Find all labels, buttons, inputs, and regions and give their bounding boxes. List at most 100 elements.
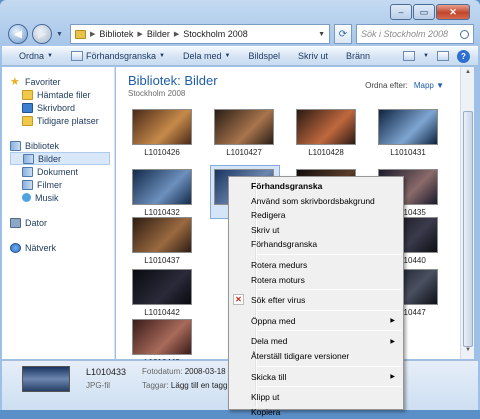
minimize-button[interactable]: – <box>390 4 412 20</box>
details-tags: Taggar: Lägg till en tagg <box>142 381 228 390</box>
sidebar-item-recent-places[interactable]: Tidigare platser <box>10 114 114 127</box>
star-icon: ★ <box>10 75 20 88</box>
thumbnail-label: L1010431 <box>390 148 426 157</box>
computer-icon <box>10 217 21 228</box>
scroll-up-icon[interactable]: ▲ <box>463 69 473 79</box>
menu-item[interactable]: Skriv ut <box>251 223 401 237</box>
breadcrumb-bilder[interactable]: Bilder <box>147 29 170 39</box>
breadcrumb-stockholm[interactable]: Stockholm 2008 <box>183 29 248 39</box>
library-title: Bibliotek: Bilder <box>128 73 218 88</box>
view-options-icon[interactable] <box>403 51 416 61</box>
chevron-down-icon: ▼ <box>224 53 231 59</box>
thumbnail-label: L1010426 <box>144 148 180 157</box>
scroll-thumb[interactable] <box>463 111 473 347</box>
menu-separator <box>257 386 401 388</box>
network-icon <box>10 242 21 253</box>
window-controls: – ▭ ✕ <box>390 4 470 20</box>
thumbnail-label: L1010442 <box>144 308 180 317</box>
organize-button[interactable]: Ordna ▼ <box>10 51 62 61</box>
sidebar-item-desktop[interactable]: Skrivbord <box>10 101 114 114</box>
explorer-window: – ▭ ✕ ◀ ▶ ▼ ▶ Bibliotek ▶ Bilder ▶ Stock… <box>0 0 480 417</box>
breadcrumb-bibliotek[interactable]: Bibliotek <box>99 29 133 39</box>
maximize-button[interactable]: ▭ <box>413 4 435 20</box>
search-icon[interactable] <box>460 29 469 39</box>
sidebar-item-videos[interactable]: Filmer <box>10 178 114 191</box>
print-button[interactable]: Skriv ut <box>289 51 337 61</box>
menu-separator <box>257 365 401 367</box>
photo-thumbnail[interactable] <box>378 109 438 145</box>
virus-scan-icon: ✕ <box>233 294 244 306</box>
thumbnail-label: L1010427 <box>226 148 262 157</box>
sidebar-item-pictures[interactable]: Bilder <box>10 152 110 165</box>
submenu-arrow-icon: ▶ <box>390 318 395 325</box>
share-button[interactable]: Dela med ▼ <box>174 51 239 61</box>
sidebar-libraries[interactable]: Bibliotek <box>10 139 114 152</box>
desktop-icon <box>22 102 33 113</box>
menu-item[interactable]: Öppna med ▶ <box>251 314 401 328</box>
scroll-down-icon[interactable]: ▼ <box>463 347 473 357</box>
chevron-down-icon: ▼ <box>47 53 53 59</box>
address-bar[interactable]: ▶ Bibliotek ▶ Bilder ▶ Stockholm 2008 ▼ <box>70 24 330 44</box>
context-menu: Förhandsgranska Använd som skrivbordsbakg… <box>228 176 404 417</box>
photo-thumbnail[interactable] <box>132 169 192 205</box>
sidebar-item-documents[interactable]: Dokument <box>10 165 114 178</box>
arrange-by-dropdown[interactable]: Mapp ▼ <box>414 81 444 90</box>
vertical-scrollbar[interactable]: ▲ ▼ <box>460 67 474 359</box>
menu-item[interactable]: Rotera moturs <box>251 273 401 287</box>
menu-item[interactable]: Återställ tidigare versioner <box>251 349 401 363</box>
pictures-library-icon <box>23 153 34 164</box>
forward-button[interactable]: ▶ <box>32 24 52 44</box>
menu-item[interactable]: Skicka till ▶ <box>251 370 401 384</box>
library-icon <box>10 140 21 151</box>
menu-item[interactable]: Rotera medurs <box>251 258 401 272</box>
refresh-button[interactable]: ⟳ <box>334 24 352 44</box>
library-subtitle: Stockholm 2008 <box>128 89 186 98</box>
preview-pane-icon[interactable] <box>437 51 449 61</box>
sidebar-item-music[interactable]: Musik <box>10 191 114 204</box>
recent-pages-dropdown[interactable]: ▼ <box>56 31 66 38</box>
photo-thumbnail[interactable] <box>132 217 192 253</box>
menu-item[interactable]: Använd som skrivbordsbakgrund <box>251 194 401 208</box>
folder-icon <box>75 29 86 39</box>
menu-item[interactable]: Sök efter virus <box>251 293 401 307</box>
menu-separator <box>257 309 401 311</box>
close-button[interactable]: ✕ <box>436 4 470 20</box>
photo-thumbnail[interactable] <box>132 319 192 355</box>
sidebar-item-downloads[interactable]: Hämtade filer <box>10 88 114 101</box>
thumbnail-label: L1010437 <box>144 256 180 265</box>
menu-item[interactable]: Dela med ▶ <box>251 334 401 348</box>
chevron-down-icon[interactable]: ▼ <box>423 53 429 59</box>
details-filetype: JPG-fil <box>86 381 110 390</box>
photo-thumbnail[interactable] <box>132 269 192 305</box>
photo-thumbnail[interactable] <box>214 109 274 145</box>
photo-thumbnail[interactable] <box>296 109 356 145</box>
sidebar-network[interactable]: Nätverk <box>10 241 114 254</box>
help-icon[interactable]: ? <box>457 49 470 63</box>
menu-item[interactable]: Kopiera <box>251 405 401 419</box>
details-thumbnail <box>22 366 70 392</box>
preview-icon <box>70 51 83 61</box>
menu-separator <box>257 254 401 255</box>
videos-library-icon <box>22 179 33 190</box>
sidebar-computer[interactable]: Dator <box>10 216 114 229</box>
documents-library-icon <box>22 166 33 177</box>
slideshow-button[interactable]: Bildspel <box>239 51 289 61</box>
sidebar-favorites[interactable]: ★ Favoriter <box>10 75 114 88</box>
menu-item[interactable]: Förhandsgranska <box>251 179 401 193</box>
menu-item[interactable]: Förhandsgranska <box>251 237 401 251</box>
navigation-pane: ★ Favoriter Hämtade filer Skrivbord Tidig… <box>2 67 115 359</box>
menu-separator <box>257 330 401 332</box>
burn-button[interactable]: Bränn <box>337 51 379 61</box>
command-bar: Ordna ▼ Förhandsgranska ▼ Dela med ▼ Bildsp… <box>2 46 478 66</box>
submenu-arrow-icon: ▶ <box>390 338 395 345</box>
thumbnail-label: L1010432 <box>144 208 180 217</box>
music-library-icon <box>22 193 31 202</box>
search-input[interactable]: Sök i Stockholm 2008 <box>356 24 474 44</box>
preview-button[interactable]: Förhandsgranska ▼ <box>62 51 174 61</box>
address-dropdown[interactable]: ▼ <box>318 31 329 38</box>
recent-places-icon <box>22 115 33 126</box>
photo-thumbnail[interactable] <box>132 109 192 145</box>
menu-item[interactable]: Redigera <box>251 208 401 222</box>
menu-item[interactable]: Klipp ut <box>251 390 401 404</box>
back-button[interactable]: ◀ <box>8 24 28 44</box>
